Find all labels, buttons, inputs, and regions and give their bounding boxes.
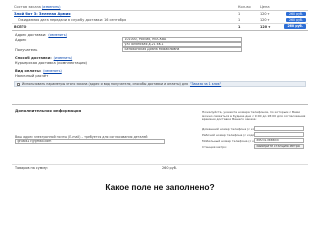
- metro-select[interactable]: Выберите станцию метро: [254, 144, 304, 149]
- goods-total-label: Товаров на сумму:: [15, 165, 49, 170]
- address-change-link[interactable]: (изменить): [48, 33, 67, 37]
- qty-header: Кол-во: [238, 4, 251, 9]
- delivery-method-title: Способ доставки:: [15, 56, 52, 60]
- one-click-text: Использовать параметры этого заказа (адр…: [22, 82, 188, 86]
- product-qty: 1: [238, 12, 241, 16]
- recipient-label: Получатель: [15, 48, 38, 52]
- one-click-option: Использовать параметры этого заказа (адр…: [14, 81, 306, 87]
- total-price: 120 т: [260, 24, 271, 29]
- cart-change-link[interactable]: (изменить): [42, 5, 61, 9]
- order-composition-table: Состав заказа (изменить) Кол-во Цена Зло…: [12, 3, 308, 29]
- delivery-method-value: Курьерская доставка (комплектация): [15, 61, 87, 65]
- delivery-date-text: Ожидаемая дата передачи в службу доставк…: [18, 18, 126, 22]
- metro-label: Станция метро:: [202, 145, 227, 149]
- product-link[interactable]: Злой бот 3: Зеленая Армия: [14, 12, 71, 16]
- mobile-phone-field[interactable]: 89031366655: [254, 138, 304, 143]
- goods-total-row: Товаров на сумму: 260 руб.: [12, 164, 308, 170]
- checkout-page: Состав заказа (изменить) Кол-во Цена Зло…: [12, 0, 308, 172]
- extra-info-section: Дополнительная информация Пожалуйста, ук…: [12, 104, 308, 156]
- product-sum: 260 руб.: [286, 11, 306, 17]
- delivery-price: 120 т: [260, 18, 270, 22]
- total-sum: 260 руб.: [284, 24, 306, 29]
- goods-total-value: 260 руб.: [162, 165, 177, 170]
- work-phone-field[interactable]: [254, 132, 304, 137]
- price-header: Цена: [260, 4, 270, 9]
- one-click-checkbox[interactable]: [17, 82, 20, 86]
- payment-title: Вид оплаты:: [15, 69, 42, 73]
- total-qty: 1: [238, 24, 241, 29]
- total-label: ВСЕГО: [14, 24, 27, 29]
- recipient-field[interactable]: Белоконская Диана Михайловна: [122, 47, 242, 52]
- address-line2-field[interactable]: ул.Полянская д.21 кв.1: [122, 42, 242, 47]
- one-click-link[interactable]: "Заказа за 1 клик": [190, 82, 221, 86]
- extra-info-title: Дополнительная информация: [15, 108, 82, 113]
- delivery-qty: 1: [238, 18, 241, 22]
- product-price: 120 т: [260, 12, 270, 16]
- table-row: ВСЕГО 1 120 т 260 руб.: [12, 23, 308, 29]
- cart-title: Состав заказа: [14, 4, 41, 9]
- address-label: Адрес: [15, 38, 27, 42]
- delivery-method-change-link[interactable]: (изменить): [54, 56, 73, 60]
- address-line1-field[interactable]: 101000, Россия, МОСКВА: [122, 37, 242, 42]
- phone-instructions: Пожалуйста, укажите номера телефонов, по…: [202, 110, 306, 122]
- address-section-title: Адрес доставки:: [15, 33, 47, 37]
- delivery-sum: 260 руб.: [286, 17, 306, 23]
- home-phone-field[interactable]: [254, 126, 304, 131]
- cart-header-row: Состав заказа (изменить) Кол-во Цена: [12, 3, 308, 11]
- payment-value: Наличный расчёт: [15, 74, 49, 78]
- question-caption: Какое поле не заполнено?: [105, 182, 215, 192]
- delivery-form: Адрес доставки: (изменить) Адрес 101000,…: [12, 30, 308, 100]
- payment-change-link[interactable]: (изменить): [43, 69, 62, 73]
- email-field[interactable]: grusts17@gmail.com: [15, 139, 165, 144]
